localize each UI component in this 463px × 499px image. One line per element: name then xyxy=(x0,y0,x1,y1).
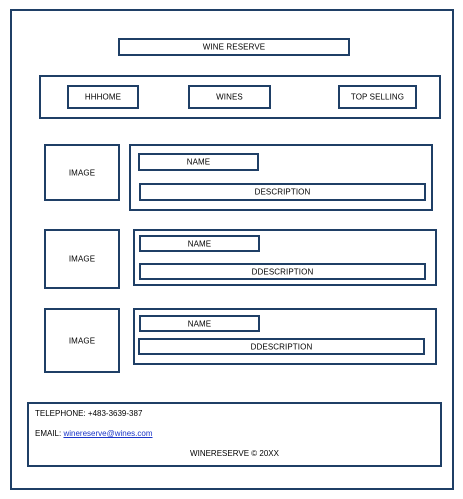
nav-home-label: HHHOME xyxy=(84,92,122,102)
nav-top-selling-label: TOP SELLING xyxy=(350,92,405,102)
nav-home-button[interactable]: HHHOME xyxy=(67,85,139,109)
nav-wines-button[interactable]: WINES xyxy=(188,85,271,109)
product-name-1[interactable]: NAME xyxy=(138,153,259,171)
product-image-1[interactable]: IMAGE xyxy=(44,144,120,201)
product-name-2[interactable]: NAME xyxy=(139,235,260,252)
nav-wines-label: WINES xyxy=(216,92,243,102)
product-description-label: DDESCRIPTION xyxy=(251,267,314,276)
footer-telephone: TELEPHONE: +483-3639-387 xyxy=(35,409,143,418)
product-name-label: NAME xyxy=(187,239,212,248)
product-description-label: DDESCRIPTION xyxy=(250,342,313,351)
footer-email-label: EMAIL: xyxy=(35,429,62,438)
site-title: WINE RESERVE xyxy=(202,42,266,52)
product-image-2[interactable]: IMAGE xyxy=(44,229,120,289)
site-title-box: WINE RESERVE xyxy=(118,38,350,56)
product-description-1: DESCRIPTION xyxy=(139,183,426,201)
product-image-label: IMAGE xyxy=(68,336,96,345)
product-name-label: NAME xyxy=(187,319,212,328)
nav-top-selling-button[interactable]: TOP SELLING xyxy=(338,85,417,109)
product-description-3: DDESCRIPTION xyxy=(138,338,425,355)
product-image-label: IMAGE xyxy=(68,254,96,264)
product-description-label: DESCRIPTION xyxy=(254,187,311,197)
product-image-3[interactable]: IMAGE xyxy=(44,308,120,373)
product-image-label: IMAGE xyxy=(68,168,96,177)
footer-email-row: EMAIL: winereserve@wines.com xyxy=(35,429,153,438)
product-description-2: DDESCRIPTION xyxy=(139,263,426,280)
footer-copyright: WINERESERVE © 20XX xyxy=(190,449,279,458)
footer-email-link[interactable]: winereserve@wines.com xyxy=(63,429,152,438)
footer: TELEPHONE: +483-3639-387 EMAIL: winerese… xyxy=(27,402,442,467)
product-name-3[interactable]: NAME xyxy=(139,315,260,332)
product-name-label: NAME xyxy=(186,157,211,167)
